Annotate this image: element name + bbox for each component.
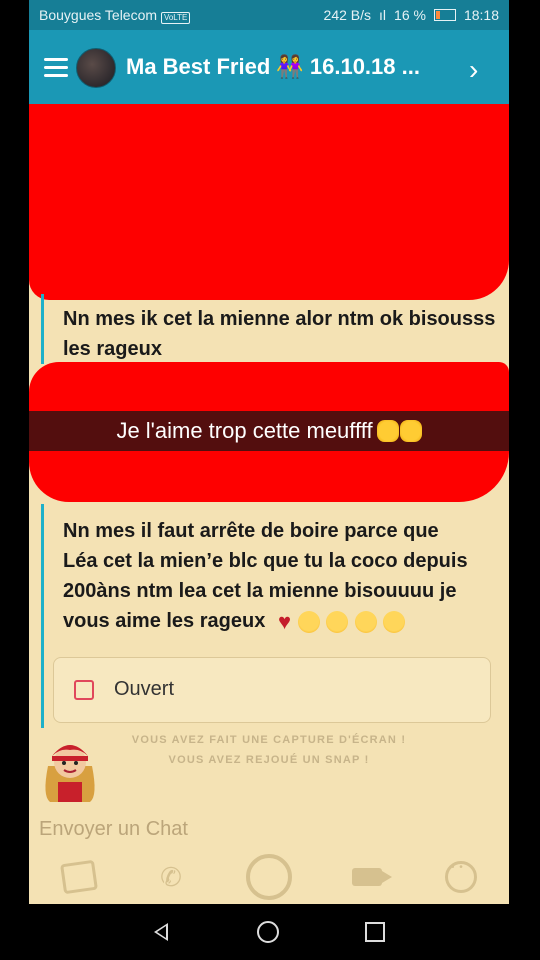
capture-icon [246,854,292,900]
volte-icon: VoLTE [160,12,191,24]
open-status-card[interactable]: Ouvert [53,657,491,723]
redaction-block [29,104,509,300]
signal-icon: ıl [379,7,387,23]
menu-icon[interactable] [44,58,68,78]
open-checkbox-icon [74,680,94,700]
grimace-emoji [354,610,377,633]
snap-caption: Je l'aime trop cette meuffff [29,411,509,451]
network-speed: 242 B/s [323,7,372,23]
grimace-emoji [326,610,349,633]
open-label: Ouvert [114,678,175,700]
emoji-row: ♥ [277,606,477,637]
message-text: Nn mes ik cet la mienne alor ntm ok biso… [63,308,496,360]
replay-notice: VOUS AVEZ REJOUÉ UN SNAP ! [168,754,370,766]
phone-icon: ✆ [160,861,182,892]
phone-button[interactable]: ✆ [151,852,191,902]
contact-avatar[interactable] [76,48,116,88]
chat-area: Nn mes ik cet la mienne alor ntm ok biso… [29,104,509,804]
battery-icon [433,9,456,21]
grimace-emoji [383,610,406,633]
grimace-emoji [297,610,320,633]
message-bar [41,504,44,728]
message-bar [41,294,44,364]
back-icon [154,923,168,941]
clock: 18:18 [463,7,499,23]
chat-toolbar: ✆ [29,852,509,902]
recent-apps-icon [365,922,385,942]
heart-eyes-cat-emoji [376,420,399,442]
snapchat-screen: Bouygues Telecom VoLTE 242 B/s ıl 16 % 1… [29,0,509,960]
system-nav-bar [29,904,509,960]
heart-emoji: ♥ [278,608,292,634]
bitmoji-avatar[interactable] [40,736,100,804]
back-button[interactable] [147,918,175,946]
home-icon [257,921,279,943]
home-button[interactable] [254,918,282,946]
video-button[interactable] [347,852,392,902]
video-icon [352,868,392,886]
smiley-icon [445,861,477,893]
recent-apps-button[interactable] [361,918,389,946]
heart-eyes-cat-emoji [399,420,422,442]
status-bar: Bouygues Telecom VoLTE 242 B/s ıl 16 % 1… [29,0,509,30]
chat-title[interactable]: Ma Best Fried 👭 16.10.18 ... [126,54,420,80]
screenshot-notice: VOUS AVEZ FAIT UNE CAPTURE D'ÉCRAN ! [131,734,407,746]
cards-icon [60,859,98,895]
cards-button[interactable] [59,852,99,902]
battery-percent: 16 % [394,7,426,23]
chat-header: Ma Best Fried 👭 16.10.18 ... › [29,30,509,104]
chat-input[interactable]: Envoyer un Chat [39,818,188,841]
smiley-button[interactable] [441,852,481,902]
capture-button[interactable] [244,852,294,902]
chevron-right-icon[interactable]: › [469,54,478,86]
carrier-name: Bouygues Telecom [39,7,158,23]
